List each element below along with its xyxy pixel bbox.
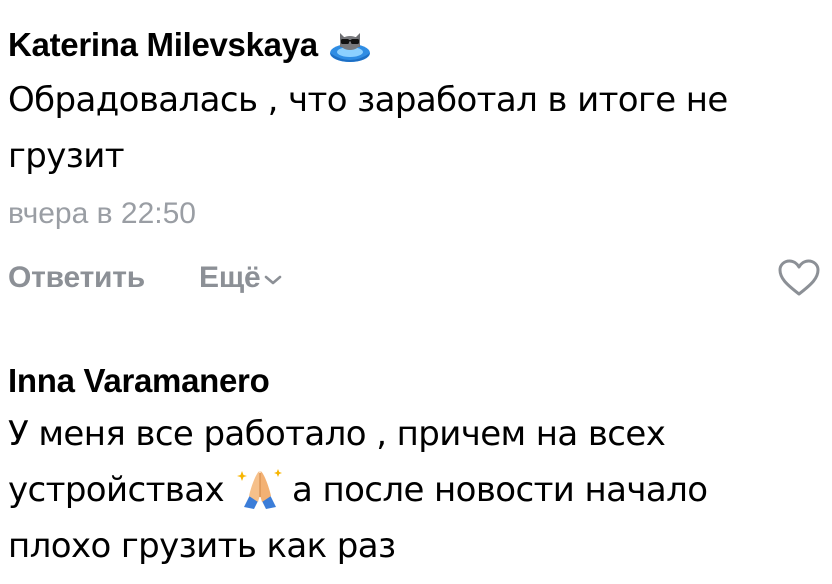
cat-sunglasses-pool-icon	[328, 25, 372, 65]
comment-text-line: Обрадовалась , что заработал в итоге не	[8, 80, 728, 120]
comment-text-line: У меня все работало , причем на всех	[8, 414, 666, 454]
more-button[interactable]: Ещё	[199, 261, 282, 295]
comment-item: Inna Varamanero У меня все работало , пр…	[8, 358, 822, 574]
reply-button[interactable]: Ответить	[8, 261, 145, 295]
comment-actions: Ответить Ещё	[8, 256, 822, 300]
comment-header: Katerina Milevskaya	[8, 22, 822, 68]
heart-outline-icon[interactable]	[776, 258, 822, 298]
comment-author-name[interactable]: Katerina Milevskaya	[8, 26, 318, 64]
comment-item: Katerina Milevskaya Обрадовалась , что з…	[8, 22, 822, 300]
comment-text: У меня все работало , причем на всех уст…	[8, 406, 822, 574]
comment-text: Обрадовалась , что заработал в итоге не …	[8, 72, 822, 184]
comment-text-line: устройствах а после новости начало	[8, 462, 822, 518]
folded-hands-emoji	[234, 465, 286, 509]
comment-timestamp[interactable]: вчера в 22:50	[8, 192, 822, 236]
comment-text-line: плохо грузить как раз	[8, 526, 396, 566]
chevron-down-icon	[264, 273, 282, 291]
comment-author-name[interactable]: Inna Varamanero	[8, 362, 270, 400]
comment-text-line: грузит	[8, 136, 125, 176]
comment-text-segment: устройствах	[8, 470, 225, 510]
comment-text-segment: а после новости начало	[292, 470, 708, 510]
comment-header: Inna Varamanero	[8, 358, 822, 404]
more-label: Ещё	[199, 261, 261, 294]
